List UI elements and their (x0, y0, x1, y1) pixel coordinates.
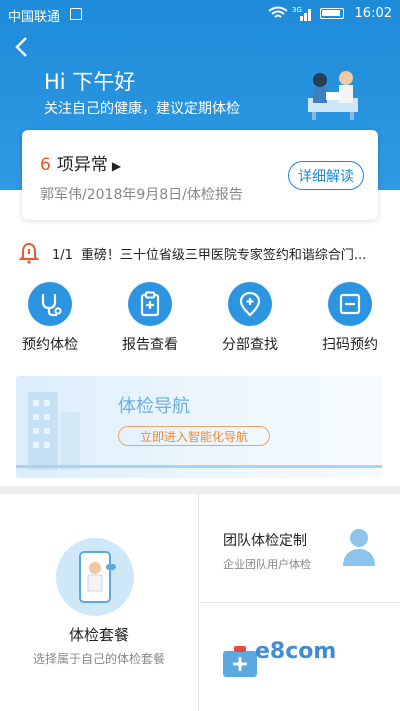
play-arrow-icon: ▶ (111, 159, 122, 173)
report-summary-card[interactable]: 6 项异常 ▶ 郭军伟/2018年9月8日/体检报告 详细解读 (22, 130, 378, 220)
section-divider (0, 486, 400, 494)
notice-index: 1/1 (52, 248, 73, 263)
notice-bar[interactable]: 1/1 重磅！三十位省级三甲医院专家签约和谐综合门... (0, 238, 400, 268)
team-exam-tile[interactable]: 团队体检定制 企业团队用户体检 (199, 494, 400, 602)
smart-navigation-button[interactable]: 立即进入智能化导航 (118, 426, 270, 446)
back-icon[interactable] (10, 36, 32, 58)
package-subtitle: 选择属于自己的体检套餐 (32, 652, 165, 666)
doctor-consult-illustration (308, 71, 358, 120)
greeting-title: Hi 下午好 (44, 70, 136, 94)
team-subtitle: 企业团队用户体检 (223, 558, 311, 571)
sim-icon (70, 8, 82, 20)
signal-icon: 3G (292, 6, 311, 21)
clock: 16:02 (354, 6, 392, 21)
abnormal-count: 6 (40, 155, 51, 175)
bell-icon (18, 242, 40, 264)
report-info: 郭军伟/2018年9月8日/体检报告 (40, 187, 243, 203)
team-people-icon (343, 529, 375, 566)
banner-title: 体检导航 (118, 396, 190, 417)
navigation-banner[interactable]: 体检导航 立即进入智能化导航 (16, 376, 382, 478)
phone-doctor-illustration (56, 538, 134, 616)
notice-text[interactable]: 1/1 重磅！三十位省级三甲医院专家签约和谐综合门... (52, 244, 392, 263)
abnormal-summary[interactable]: 6 项异常 ▶ (40, 150, 121, 175)
status-bar: 中国联通 3G 16:02 (0, 0, 400, 28)
wifi-icon (268, 6, 288, 18)
more-services-tile[interactable]: e8com (199, 603, 400, 711)
scan-icon (328, 282, 372, 326)
quick-label: 扫码预约 (322, 337, 378, 353)
battery-icon (320, 8, 344, 19)
quick-scan-book[interactable]: 扫码预约 (300, 282, 400, 362)
detail-interpretation-button[interactable]: 详细解读 (288, 161, 364, 190)
stethoscope-icon (28, 282, 72, 326)
quick-find-branch[interactable]: 分部查找 (200, 282, 300, 362)
quick-book-exam[interactable]: 预约体检 (0, 282, 100, 362)
medical-case-icon (223, 646, 257, 677)
notice-content: 重磅！三十位省级三甲医院专家签约和谐综合门... (80, 248, 367, 263)
banner-ground-line (16, 465, 382, 468)
team-title: 团队体检定制 (223, 533, 307, 549)
exam-package-tile[interactable]: 体检套餐 选择属于自己的体检套餐 (0, 494, 198, 711)
abnormal-label: 项异常 (56, 155, 108, 175)
quick-label: 预约体检 (22, 337, 78, 353)
building-illustration (28, 392, 80, 470)
quick-actions: 预约体检 报告查看 分部查找 扫码预约 (0, 282, 400, 362)
network-type: 3G (292, 6, 302, 14)
greeting-subtitle: 关注自己的健康，建议定期体检 (44, 101, 240, 117)
report-icon (128, 282, 172, 326)
location-icon (228, 282, 272, 326)
quick-label: 分部查找 (222, 337, 278, 353)
quick-label: 报告查看 (122, 337, 178, 353)
quick-view-report[interactable]: 报告查看 (100, 282, 200, 362)
package-title: 体检套餐 (68, 626, 129, 644)
carrier-name: 中国联通 (8, 10, 61, 25)
watermark-logo: e8com (255, 639, 337, 664)
